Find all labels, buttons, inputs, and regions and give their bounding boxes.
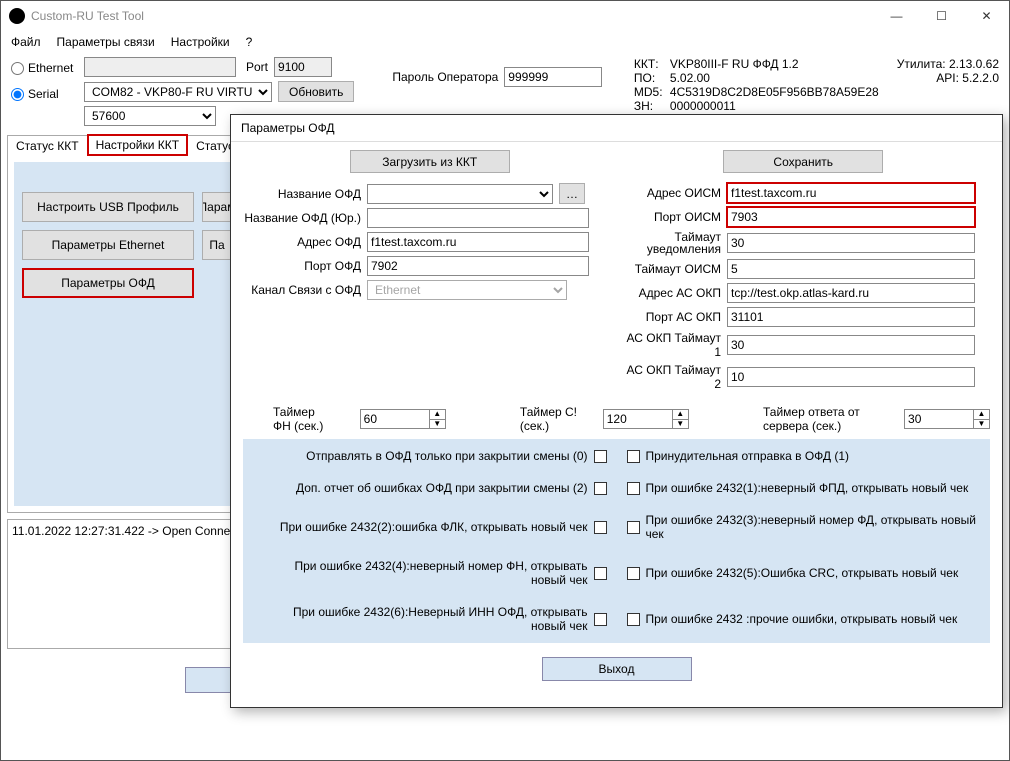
- baud-select[interactable]: 57600: [84, 106, 216, 126]
- op-pass-input[interactable]: [504, 67, 602, 87]
- lbl-timer-fn: Таймер ФН (сек.): [273, 405, 336, 433]
- btn-ofd-params[interactable]: Параметры ОФД: [22, 268, 194, 298]
- input-port-oism[interactable]: [727, 207, 975, 227]
- op-pass-label: Пароль Оператора: [392, 70, 498, 84]
- lbl-oism-timeout: Таймаут ОИСМ: [623, 262, 721, 276]
- lbl-asokp-to1: АС ОКП Таймаут 1: [623, 331, 721, 359]
- input-asokp-to2[interactable]: [727, 367, 975, 387]
- chk-force-send[interactable]: [627, 450, 640, 463]
- input-addr-ofd[interactable]: [367, 232, 589, 252]
- tab-status-kkt[interactable]: Статус ККТ: [7, 135, 88, 156]
- btn-name-ofd-browse[interactable]: …: [559, 183, 585, 204]
- btn-ethernet-params[interactable]: Параметры Ethernet: [22, 230, 194, 260]
- chk-err-2432-1[interactable]: [627, 482, 640, 495]
- input-addr-oism[interactable]: [727, 183, 975, 203]
- lbl-port-ofd: Порт ОФД: [243, 259, 361, 273]
- lbl-asokp-to2: АС ОКП Таймаут 2: [623, 363, 721, 391]
- dialog-title: Параметры ОФД: [231, 115, 1002, 142]
- menu-file[interactable]: Файл: [11, 35, 41, 49]
- chk-err-report[interactable]: [594, 482, 607, 495]
- eth-ip-input[interactable]: [84, 57, 236, 77]
- select-name-ofd[interactable]: [367, 184, 553, 204]
- lbl-timer-c: Таймер С! (сек.): [520, 405, 579, 433]
- lbl-name-ofd: Название ОФД: [243, 187, 361, 201]
- select-channel-ofd: Ethernet: [367, 280, 567, 300]
- refresh-button[interactable]: Обновить: [278, 81, 354, 102]
- spin-timer-fn[interactable]: ▲▼: [360, 409, 446, 429]
- btn-usb-profile[interactable]: Настроить USB Профиль: [22, 192, 194, 222]
- btn-exit[interactable]: Выход: [542, 657, 692, 681]
- lbl-addr-ofd: Адрес ОФД: [243, 235, 361, 249]
- chk-err-2432-2[interactable]: [594, 521, 607, 534]
- menu-comm[interactable]: Параметры связи: [57, 35, 155, 49]
- maximize-button[interactable]: ☐: [919, 1, 964, 31]
- titlebar: Custom-RU Test Tool — ☐ ✕: [1, 1, 1009, 31]
- input-name-ofd-jur[interactable]: [367, 208, 589, 228]
- port-label: Port: [246, 60, 268, 74]
- btn-save[interactable]: Сохранить: [723, 150, 883, 173]
- lbl-port-asokp: Порт АС ОКП: [623, 310, 721, 324]
- menu-help[interactable]: ?: [246, 35, 253, 49]
- log-line: 11.01.2022 12:27:31.422 -> Open Connecti…: [12, 524, 256, 538]
- lbl-port-oism: Порт ОИСМ: [623, 210, 721, 224]
- chk-err-2432-other[interactable]: [627, 613, 640, 626]
- input-oism-timeout[interactable]: [727, 259, 975, 279]
- spin-timer-c[interactable]: ▲▼: [603, 409, 689, 429]
- input-port-asokp[interactable]: [727, 307, 975, 327]
- chk-err-2432-4[interactable]: [594, 567, 607, 580]
- lbl-addr-oism: Адрес ОИСМ: [623, 186, 721, 200]
- chk-send-on-close[interactable]: [594, 450, 607, 463]
- window-title: Custom-RU Test Tool: [31, 9, 144, 23]
- lbl-channel-ofd: Канал Связи с ОФД: [243, 283, 361, 297]
- ofd-dialog: Параметры ОФД Загрузить из ККТ Сохранить…: [230, 114, 1003, 708]
- input-port-ofd[interactable]: [367, 256, 589, 276]
- radio-ethernet[interactable]: Ethernet: [11, 57, 76, 79]
- menu-settings[interactable]: Настройки: [171, 35, 230, 49]
- minimize-button[interactable]: —: [874, 1, 919, 31]
- input-addr-asokp[interactable]: [727, 283, 975, 303]
- eth-port-input[interactable]: [274, 57, 332, 77]
- chk-err-2432-5[interactable]: [627, 567, 640, 580]
- close-button[interactable]: ✕: [964, 1, 1009, 31]
- radio-serial[interactable]: Serial: [11, 83, 76, 105]
- input-asokp-to1[interactable]: [727, 335, 975, 355]
- spin-timer-srv[interactable]: ▲▼: [904, 409, 990, 429]
- lbl-notify-timeout: Таймаут уведомления: [623, 231, 721, 255]
- input-notify-timeout[interactable]: [727, 233, 975, 253]
- lbl-name-ofd-jur: Название ОФД (Юр.): [243, 212, 361, 224]
- chk-err-2432-3[interactable]: [627, 521, 640, 534]
- version-info: Утилита: 2.13.0.62 API: 5.2.2.0: [897, 57, 999, 85]
- lbl-addr-asokp: Адрес АС ОКП: [623, 286, 721, 300]
- app-icon: [9, 8, 25, 24]
- lbl-timer-srv: Таймер ответа от сервера (сек.): [763, 405, 880, 433]
- btn-params-2[interactable]: Па: [202, 230, 232, 260]
- com-select[interactable]: COM82 - VKP80-F RU VIRTUAL C: [84, 82, 272, 102]
- tab-settings-kkt[interactable]: Настройки ККТ: [87, 134, 188, 156]
- btn-params-1[interactable]: Парам: [202, 192, 232, 222]
- menubar: Файл Параметры связи Настройки ?: [1, 31, 1009, 53]
- chk-err-2432-6[interactable]: [594, 613, 607, 626]
- btn-load-from-kkt[interactable]: Загрузить из ККТ: [350, 150, 510, 173]
